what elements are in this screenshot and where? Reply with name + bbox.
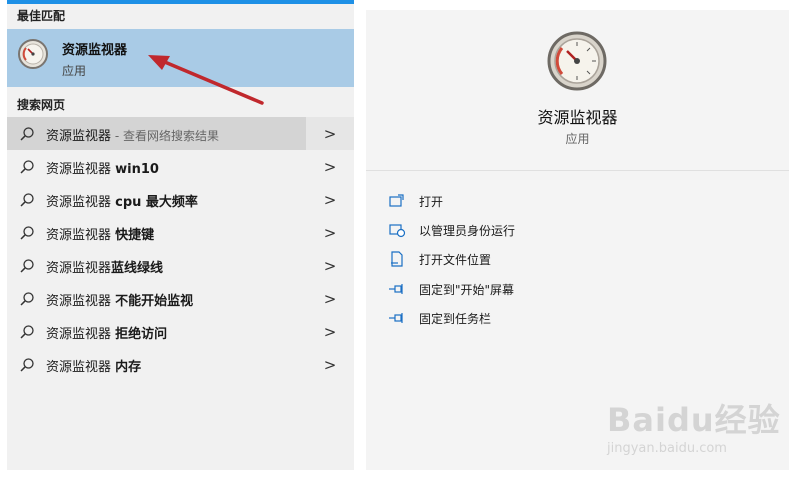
search-result-text: 资源监视器 - 查看网络搜索结果 xyxy=(46,125,219,144)
search-icon xyxy=(20,325,34,339)
result-query: 资源监视器 xyxy=(46,195,116,210)
best-match-name: 资源监视器 xyxy=(62,43,128,58)
search-result-text: 资源监视器 cpu 最大频率 xyxy=(46,191,198,210)
pin-icon xyxy=(389,313,403,323)
chevron-right-icon[interactable]: > xyxy=(306,150,354,183)
watermark-logo: Baidu经验 xyxy=(607,401,781,439)
app-details-header: 资源监视器 应用 xyxy=(366,10,789,171)
search-result-text: 资源监视器 内存 xyxy=(46,356,141,375)
search-result-row[interactable]: 资源监视器 不能开始监视 > xyxy=(7,282,354,315)
search-result-text: 资源监视器 win10 xyxy=(46,158,159,177)
chevron-right-icon[interactable]: > xyxy=(306,348,354,381)
search-result-text: 资源监视器 拒绝访问 xyxy=(46,323,167,342)
chevron-right-icon[interactable]: > xyxy=(306,183,354,216)
result-query: 资源监视器 xyxy=(46,360,116,375)
result-query: 资源监视器 xyxy=(46,129,112,144)
search-results-panel: 最佳匹配 资源监视器 应用 搜索网页 资源监视器 - 查看网络搜索结果 > 资源监视… xyxy=(7,0,354,470)
web-search-heading: 搜索网页 xyxy=(17,98,66,112)
accent-bar xyxy=(7,0,354,4)
search-result-text: 资源监视器 快捷键 xyxy=(46,224,154,243)
best-match-item[interactable]: 资源监视器 应用 xyxy=(7,29,354,87)
search-result-row[interactable]: 资源监视器蓝线绿线 > xyxy=(7,249,354,282)
open-icon xyxy=(389,194,404,207)
result-hint: - 查看网络搜索结果 xyxy=(111,129,219,143)
app-title: 资源监视器 xyxy=(537,108,618,127)
search-icon xyxy=(20,358,34,372)
chevron-right-icon[interactable]: > xyxy=(306,282,354,315)
search-result-text: 资源监视器蓝线绿线 xyxy=(46,257,163,276)
search-result-row[interactable]: 资源监视器 - 查看网络搜索结果 > xyxy=(7,117,354,150)
gauge-icon xyxy=(18,39,48,69)
search-icon xyxy=(20,226,34,240)
result-query: 资源监视器 xyxy=(46,261,112,276)
chevron-right-icon[interactable]: > xyxy=(306,216,354,249)
search-result-row[interactable]: 资源监视器 cpu 最大频率 > xyxy=(7,183,354,216)
file-location-icon xyxy=(391,251,403,267)
search-icon xyxy=(20,259,34,273)
action-label: 固定到任务栏 xyxy=(419,312,492,326)
chevron-right-icon[interactable]: > xyxy=(306,315,354,348)
watermark: Baidu经验 jingyan.baidu.com xyxy=(607,395,787,465)
result-query: 资源监视器 xyxy=(46,162,116,177)
action-label: 打开 xyxy=(419,195,444,209)
search-result-row[interactable]: 资源监视器 快捷键 > xyxy=(7,216,354,249)
app-type: 应用 xyxy=(565,132,590,146)
search-icon xyxy=(20,127,34,141)
search-icon xyxy=(20,160,34,174)
search-icon xyxy=(20,292,34,306)
run-as-admin-icon xyxy=(389,224,406,238)
search-result-row[interactable]: 资源监视器 拒绝访问 > xyxy=(7,315,354,348)
result-suggestion: 蓝线绿线 xyxy=(111,261,164,276)
best-match-heading: 最佳匹配 xyxy=(17,9,66,23)
chevron-right-icon[interactable]: > xyxy=(306,249,354,282)
gauge-icon xyxy=(547,31,607,91)
chevron-right-icon[interactable]: > xyxy=(306,117,354,150)
search-result-row[interactable]: 资源监视器 win10 > xyxy=(7,150,354,183)
result-query: 资源监视器 xyxy=(46,294,116,309)
result-suggestion: 拒绝访问 xyxy=(115,327,168,342)
best-match-type: 应用 xyxy=(62,64,87,78)
result-suggestion: win10 xyxy=(115,162,159,177)
watermark-url: jingyan.baidu.com xyxy=(607,441,727,456)
result-suggestion: cpu 最大频率 xyxy=(115,195,198,210)
action-label: 固定到"开始"屏幕 xyxy=(419,283,515,297)
result-suggestion: 内存 xyxy=(115,360,142,375)
action-label: 打开文件位置 xyxy=(419,253,492,267)
pin-icon xyxy=(389,284,403,294)
search-icon xyxy=(20,193,34,207)
result-query: 资源监视器 xyxy=(46,228,116,243)
result-suggestion: 不能开始监视 xyxy=(115,294,194,309)
result-query: 资源监视器 xyxy=(46,327,116,342)
result-suggestion: 快捷键 xyxy=(115,228,155,243)
search-result-row[interactable]: 资源监视器 内存 > xyxy=(7,348,354,381)
search-result-text: 资源监视器 不能开始监视 xyxy=(46,290,193,309)
action-label: 以管理员身份运行 xyxy=(419,224,516,238)
